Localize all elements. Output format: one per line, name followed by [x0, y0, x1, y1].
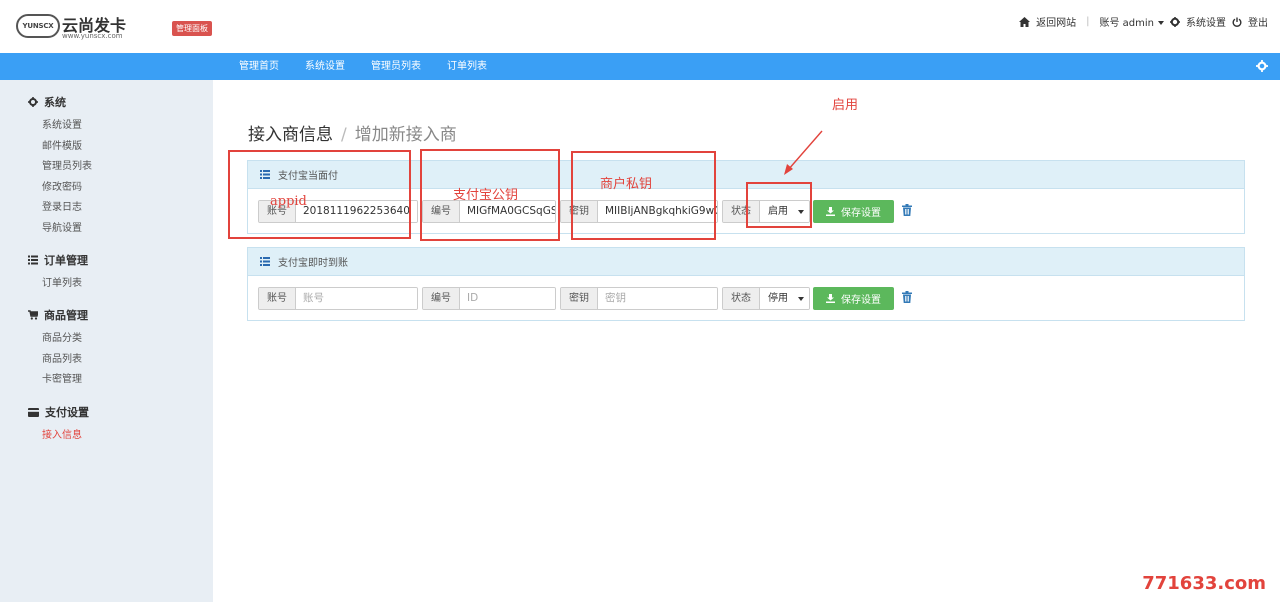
annotation-arrow-icon	[784, 130, 823, 175]
logo[interactable]: YUNSCX 云尚发卡 www.yunscx.com	[16, 12, 146, 42]
account-label: 账号	[259, 288, 296, 309]
sidebar-item-system-settings[interactable]: 系统设置	[28, 116, 92, 137]
watermark: 771633.com	[1142, 573, 1266, 594]
caret-down-icon	[1158, 21, 1164, 25]
annotation-enable: 启用	[832, 98, 859, 113]
sidebar-item-change-password[interactable]: 修改密码	[28, 178, 92, 199]
sidebar-group-title[interactable]: 系统	[28, 94, 92, 110]
system-settings-link[interactable]: 系统设置	[1186, 14, 1226, 29]
save-button[interactable]: 保存设置	[813, 200, 894, 223]
logo-cloud-icon: YUNSCX	[16, 14, 60, 38]
separator: |	[1086, 16, 1090, 27]
annotation-private-key: 商户私钥	[600, 177, 653, 192]
sidebar-group-title[interactable]: 订单管理	[28, 252, 88, 268]
sidebar-item-order-list[interactable]: 订单列表	[28, 274, 88, 295]
account-label: 账号 admin	[1099, 18, 1154, 29]
list-icon	[260, 257, 270, 266]
code-label: 编号	[423, 288, 460, 309]
sidebar-items: 接入信息	[28, 426, 89, 447]
sidebar-group-products: 商品管理 商品分类 商品列表 卡密管理	[28, 307, 88, 391]
panel-body: 账号 账号 编号 ID 密钥 密钥 状态 停用 保存设置	[248, 276, 1244, 320]
cart-icon	[28, 310, 38, 320]
sidebar-group-system: 系统 系统设置 邮件模版 管理员列表 修改密码 登录日志 导航设置	[28, 94, 92, 240]
nav-items: 管理首页 系统设置 管理员列表 订单列表	[226, 53, 500, 80]
power-icon	[1232, 17, 1242, 27]
sidebar-group-label: 支付设置	[45, 406, 89, 419]
list-icon	[28, 255, 38, 265]
account-dropdown[interactable]: 账号 admin	[1099, 14, 1164, 29]
status-input-group: 状态 停用	[722, 287, 810, 310]
panel-alipay-instant: 支付宝即时到账 账号 账号 编号 ID 密钥 密钥 状态 停用 保存设置	[247, 247, 1245, 321]
main-navbar: 管理首页 系统设置 管理员列表 订单列表	[0, 53, 1280, 80]
trash-icon[interactable]	[902, 291, 912, 303]
admin-panel-badge: 管理面板	[172, 21, 212, 36]
status-label: 状态	[723, 288, 760, 309]
save-button-label: 保存设置	[841, 295, 881, 306]
gear-icon	[1170, 16, 1180, 27]
credit-card-icon	[28, 407, 39, 417]
sidebar-item-login-log[interactable]: 登录日志	[28, 198, 92, 219]
trash-icon[interactable]	[902, 204, 912, 216]
sidebar-item-admin-list[interactable]: 管理员列表	[28, 157, 92, 178]
nav-item-home[interactable]: 管理首页	[226, 53, 292, 80]
sidebar-group-label: 商品管理	[44, 309, 88, 322]
top-right-menu: 返回网站 | 账号 admin 系统设置 登出	[1019, 14, 1268, 29]
annotation-box-private-key	[571, 151, 716, 240]
code-input[interactable]: ID	[460, 288, 555, 309]
page-title-sub: 增加新接入商	[354, 125, 457, 145]
page-title-main: 接入商信息	[248, 125, 333, 145]
secret-input[interactable]: 密钥	[598, 288, 717, 309]
nav-item-system-settings[interactable]: 系统设置	[292, 53, 358, 80]
sidebar-items: 系统设置 邮件模版 管理员列表 修改密码 登录日志 导航设置	[28, 116, 92, 240]
sidebar-item-nav-settings[interactable]: 导航设置	[28, 219, 92, 240]
sidebar-item-email-template[interactable]: 邮件模版	[28, 137, 92, 158]
top-header: YUNSCX 云尚发卡 www.yunscx.com 管理面板 返回网站 | 账…	[0, 0, 1280, 53]
sidebar: 系统 系统设置 邮件模版 管理员列表 修改密码 登录日志 导航设置 订单管理 订…	[0, 80, 213, 602]
annotation-box-appid	[228, 150, 411, 239]
back-to-site-link[interactable]: 返回网站	[1036, 14, 1076, 29]
logo-url: www.yunscx.com	[62, 32, 123, 40]
save-button-label: 保存设置	[841, 208, 881, 219]
secret-input-group: 密钥 密钥	[560, 287, 718, 310]
home-icon	[1019, 16, 1031, 27]
nav-gear-icon[interactable]	[1256, 60, 1268, 72]
code-input-group: 编号 ID	[422, 287, 556, 310]
sidebar-item-product-category[interactable]: 商品分类	[28, 329, 88, 350]
status-select[interactable]: 停用	[760, 288, 809, 309]
annotation-public-key: 支付宝公钥	[453, 188, 519, 203]
sidebar-group-orders: 订单管理 订单列表	[28, 252, 88, 295]
download-icon	[826, 207, 835, 216]
save-button[interactable]: 保存设置	[813, 287, 894, 310]
panel-header: 支付宝即时到账	[248, 248, 1244, 276]
logout-link[interactable]: 登出	[1248, 14, 1268, 29]
gear-icon	[28, 97, 38, 107]
sidebar-group-title[interactable]: 支付设置	[28, 404, 89, 420]
panel-title: 支付宝即时到账	[278, 258, 348, 269]
sidebar-items: 商品分类 商品列表 卡密管理	[28, 329, 88, 391]
breadcrumb-separator: /	[341, 125, 347, 145]
secret-label: 密钥	[561, 288, 598, 309]
account-input[interactable]: 账号	[296, 288, 417, 309]
nav-item-admin-list[interactable]: 管理员列表	[358, 53, 434, 80]
annotation-box-enable	[746, 182, 812, 228]
sidebar-item-card-management[interactable]: 卡密管理	[28, 370, 88, 391]
annotation-appid: appid	[270, 194, 307, 209]
sidebar-item-access-info[interactable]: 接入信息	[28, 426, 89, 447]
sidebar-group-label: 订单管理	[44, 254, 88, 267]
nav-item-order-list[interactable]: 订单列表	[434, 53, 500, 80]
sidebar-items: 订单列表	[28, 274, 88, 295]
sidebar-item-product-list[interactable]: 商品列表	[28, 350, 88, 371]
sidebar-group-payment: 支付设置 接入信息	[28, 404, 89, 447]
page-title: 接入商信息 / 增加新接入商	[248, 120, 457, 145]
sidebar-group-label: 系统	[44, 96, 66, 109]
download-icon	[826, 294, 835, 303]
sidebar-group-title[interactable]: 商品管理	[28, 307, 88, 323]
account-input-group: 账号 账号	[258, 287, 418, 310]
